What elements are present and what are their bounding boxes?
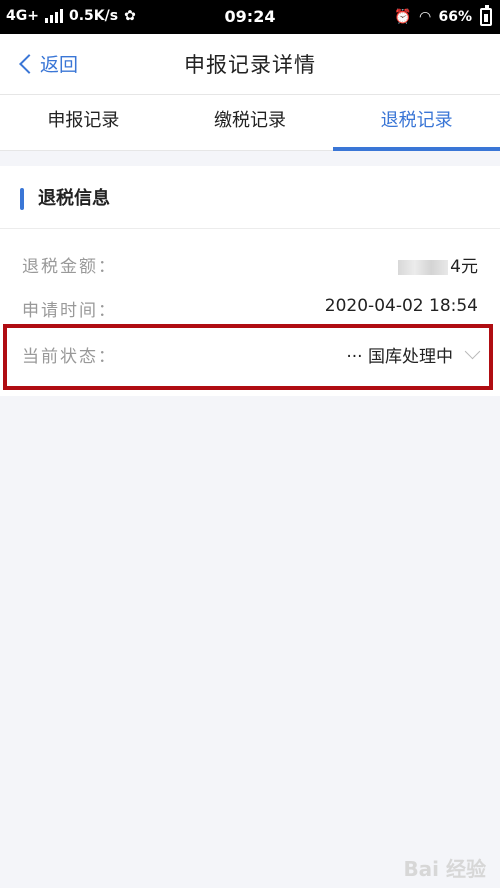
tab-declaration-records[interactable]: 申报记录: [0, 95, 167, 150]
refund-amount-value: 4元: [398, 252, 478, 277]
apply-time-row: 申请时间： 2020-04-02 18:54: [22, 288, 478, 328]
page-title: 申报记录详情: [184, 53, 316, 77]
tab-payment-records[interactable]: 缴税记录: [167, 95, 334, 150]
wifi-icon: ◠: [419, 9, 431, 25]
battery-percent: 66%: [438, 9, 472, 25]
section-accent-bar: [20, 188, 24, 210]
tab-bar: 申报记录 缴税记录 退税记录: [0, 95, 500, 151]
redacted-amount: [398, 259, 449, 275]
refund-amount-row: 退税金额： 4元: [22, 244, 478, 284]
refund-amount-label: 退税金额：: [22, 257, 117, 277]
status-bar: 4G+ 0.5K/s ✿ 09:24 ⏰ ◠ 66%: [0, 0, 500, 34]
watermark: Bai 经验: [403, 857, 486, 881]
status-right: ⏰ ◠ 66%: [394, 5, 492, 26]
highlight-box: [3, 324, 493, 390]
apply-time-label: 申请时间：: [22, 301, 117, 321]
nav-bar: 返回 申报记录详情: [0, 34, 500, 95]
tab-refund-records[interactable]: 退税记录: [333, 95, 500, 151]
section-header: 退税信息: [0, 166, 500, 229]
alarm-icon: ⏰: [394, 9, 412, 25]
section-title: 退税信息: [38, 188, 110, 209]
battery-icon: [480, 5, 492, 26]
apply-time-value: 2020-04-02 18:54: [324, 296, 478, 316]
